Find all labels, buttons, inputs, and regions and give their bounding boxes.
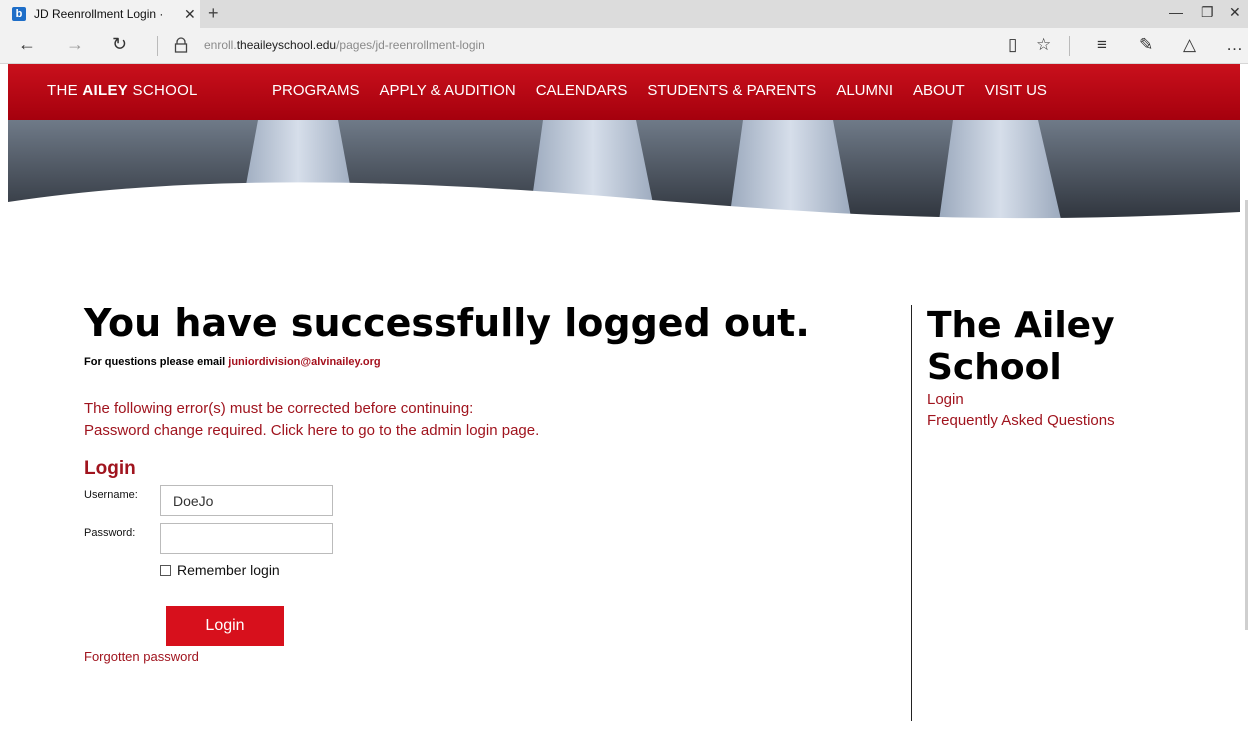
error-message: The following error(s) must be corrected…	[84, 398, 884, 442]
tab-title: JD Reenrollment Login ·	[34, 7, 164, 21]
browser-tab-bar: b JD Reenrollment Login · ✕ + — ❐ ✕	[0, 0, 1248, 28]
sidebar-faq-link[interactable]: Frequently Asked Questions	[927, 410, 1207, 431]
sidebar-title: The Ailey School	[927, 305, 1115, 388]
reading-view-icon[interactable]: ▯	[1008, 35, 1017, 55]
back-arrow-icon[interactable]: ←	[18, 34, 36, 55]
hero-dancers-image	[8, 120, 1240, 228]
remember-login-checkbox[interactable]: Remember login	[160, 562, 280, 578]
nav-about[interactable]: ABOUT	[913, 82, 965, 99]
favorite-star-icon[interactable]: ☆	[1036, 35, 1051, 55]
column-divider	[911, 305, 912, 721]
address-divider	[157, 36, 158, 56]
address-bar: ← → ↻ enroll.theaileyschool.edu/pages/jd…	[0, 28, 1248, 64]
error-intro: The following error(s) must be corrected…	[84, 400, 474, 417]
login-button[interactable]: Login	[166, 606, 284, 646]
forgot-password-link[interactable]: Forgotten password	[84, 649, 199, 664]
refresh-icon[interactable]: ↻	[112, 34, 127, 55]
main-content: You have successfully logged out. For qu…	[84, 300, 884, 664]
login-form: Username: Password: Remember login Login…	[84, 485, 884, 664]
remember-login-label: Remember login	[177, 562, 280, 578]
error-detail-link[interactable]: Password change required. Click here to …	[84, 420, 884, 442]
restore-window-icon[interactable]: ❐	[1201, 4, 1214, 21]
site-nav: THE AILEY SCHOOL PROGRAMS APPLY & AUDITI…	[8, 64, 1240, 120]
nav-calendars[interactable]: CALENDARS	[536, 82, 628, 99]
nav-programs[interactable]: PROGRAMS	[272, 82, 360, 99]
more-icon[interactable]: …	[1226, 35, 1243, 55]
nav-apply-audition[interactable]: APPLY & AUDITION	[380, 82, 516, 99]
nav-visit-us[interactable]: VISIT US	[985, 82, 1047, 99]
browser-tab[interactable]: b JD Reenrollment Login · ✕	[0, 0, 200, 28]
site-logo[interactable]: THE AILEY SCHOOL	[47, 82, 198, 99]
main-menu: PROGRAMS APPLY & AUDITION CALENDARS STUD…	[272, 82, 1067, 99]
password-label: Password:	[84, 527, 136, 539]
page-title: You have successfully logged out.	[84, 301, 810, 345]
forward-arrow-icon[interactable]: →	[66, 34, 84, 55]
username-input[interactable]	[160, 485, 333, 516]
username-label: Username:	[84, 489, 138, 501]
minimize-icon[interactable]: —	[1169, 4, 1183, 20]
contact-email-link[interactable]: juniordivision@alvinailey.org	[228, 356, 380, 368]
hub-icon[interactable]: ≡	[1097, 35, 1107, 55]
bing-favicon-icon: b	[12, 7, 26, 21]
new-tab-icon[interactable]: +	[208, 3, 219, 24]
nav-alumni[interactable]: ALUMNI	[836, 82, 893, 99]
sidebar-login-link[interactable]: Login	[927, 389, 1207, 410]
password-row: Password:	[84, 523, 884, 561]
lock-icon	[174, 37, 188, 53]
contact-line: For questions please email juniordivisio…	[84, 356, 381, 368]
share-icon[interactable]: △	[1183, 35, 1196, 55]
password-input[interactable]	[160, 523, 333, 554]
close-window-icon[interactable]: ✕	[1229, 4, 1241, 21]
login-heading: Login	[84, 458, 136, 479]
web-note-icon[interactable]: ✎	[1139, 35, 1153, 55]
sidebar: The Ailey School Login Frequently Asked …	[927, 305, 1207, 431]
url-field[interactable]: enroll.theaileyschool.edu/pages/jd-reenr…	[204, 38, 485, 52]
username-row: Username:	[84, 485, 884, 523]
toolbar-divider	[1069, 36, 1070, 56]
nav-students-parents[interactable]: STUDENTS & PARENTS	[647, 82, 816, 99]
checkbox-icon[interactable]	[160, 564, 171, 576]
close-tab-icon[interactable]: ✕	[184, 6, 196, 23]
